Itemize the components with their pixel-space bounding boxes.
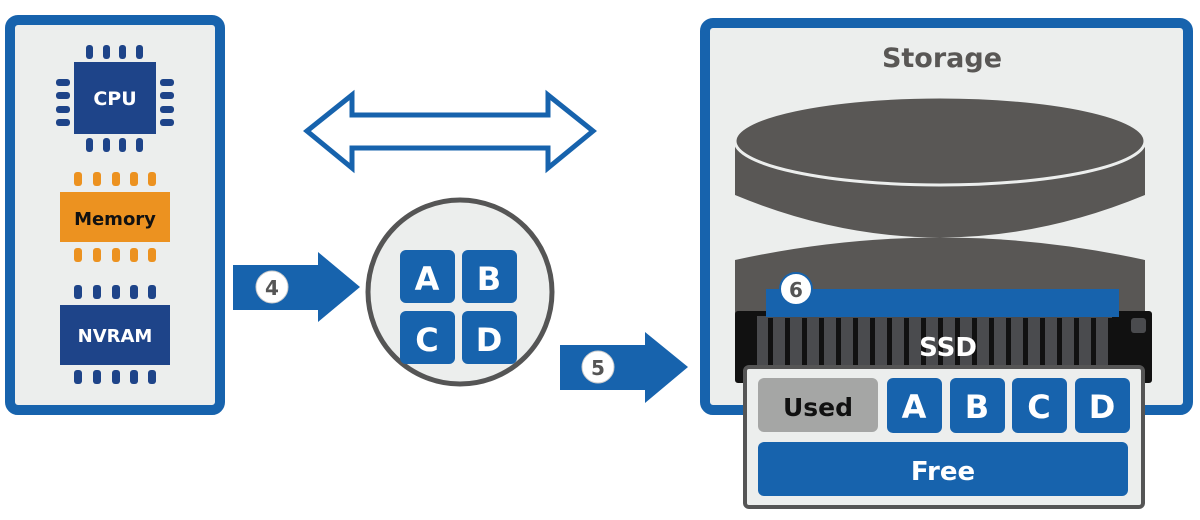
cpu-label: CPU [93,88,136,110]
compute-panel: CPU Memory NVRAM [5,15,225,415]
step-6-bar [766,289,1119,317]
storage-panel: Storage SSD 6 [700,18,1193,415]
step-5-badge: 5 [591,356,605,380]
ssd-block-a: A [902,388,927,426]
block-c: C [415,321,438,359]
ssd-block-c: C [1027,388,1050,426]
ssd-label: SSD [919,333,977,363]
ssd-usage-panel: Used A B C D Free [743,365,1145,509]
storage-title: Storage [882,43,1002,74]
block-a: A [415,260,440,298]
step-4-badge: 4 [265,276,279,300]
diagram: CPU Memory NVRAM 4 A B C D 5 Storage SSD… [5,15,1193,509]
memory-label: Memory [74,209,156,230]
double-arrow-icon [303,89,597,174]
nvram-label: NVRAM [78,326,153,347]
block-d: D [476,321,503,359]
ssd-block-d: D [1089,388,1116,426]
ssd-block-b: B [965,388,989,426]
blocks-circle: A B C D [365,197,555,387]
step-5-arrow: 5 [560,332,688,403]
block-b: B [477,260,501,298]
used-label: Used [783,393,853,422]
free-label: Free [911,457,975,487]
step-6-badge: 6 [789,278,803,302]
step-4-arrow: 4 [233,252,360,322]
